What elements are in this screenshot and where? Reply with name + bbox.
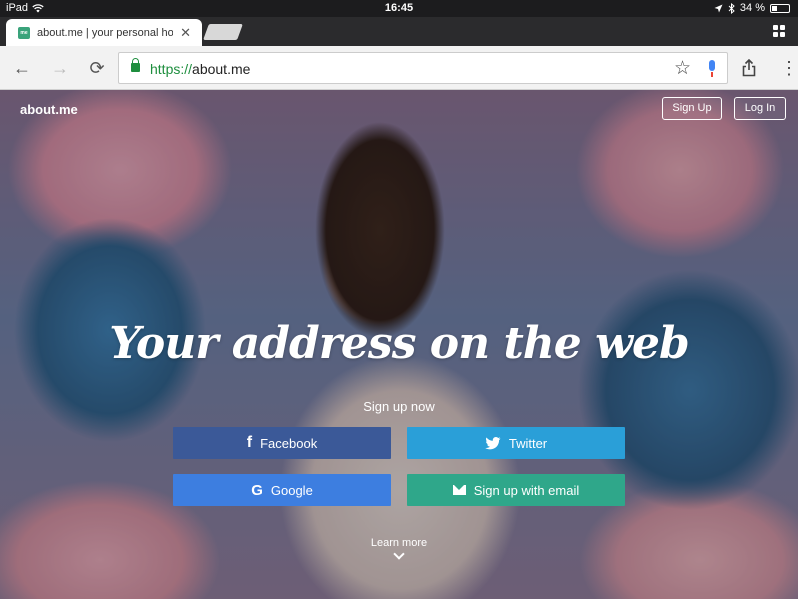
microphone-icon[interactable]: [707, 60, 717, 77]
status-right: 34 %: [714, 2, 790, 14]
share-icon[interactable]: [742, 59, 756, 77]
google-label: Google: [270, 482, 313, 498]
twitter-label: Twitter: [508, 435, 548, 451]
forward-arrow-icon[interactable]: →: [50, 58, 70, 78]
google-icon: G: [251, 481, 263, 499]
learn-more-link[interactable]: Learn more: [0, 537, 798, 549]
favicon-icon: me: [18, 26, 30, 39]
email-signup-button[interactable]: Sign up with email: [407, 474, 625, 506]
envelope-icon: [452, 485, 466, 495]
facebook-label: Facebook: [260, 435, 318, 451]
tab-title: about.me | your personal ho: [37, 26, 173, 39]
new-tab-button[interactable]: [203, 24, 243, 40]
url-scheme: https://: [150, 61, 193, 77]
url-text[interactable]: https://about.me: [150, 61, 250, 77]
facebook-signup-button[interactable]: f Facebook: [173, 427, 391, 459]
email-label: Sign up with email: [473, 482, 580, 498]
sign-up-now-label: Sign up now: [363, 399, 435, 414]
facebook-icon: f: [246, 434, 253, 451]
tab-switcher-icon[interactable]: [773, 25, 785, 37]
reload-icon[interactable]: ⟳: [87, 58, 107, 78]
browser-toolbar: ← → ⟳ https://about.me ☆ ⋮: [0, 46, 798, 90]
url-host: about.me: [192, 61, 251, 77]
more-menu-icon[interactable]: ⋮: [780, 58, 798, 78]
battery-percent: 34 %: [739, 2, 765, 14]
tab-strip: me about.me | your personal ho ✕: [0, 17, 798, 46]
about-me-logo[interactable]: about.me: [20, 102, 78, 117]
tab-about-me[interactable]: me about.me | your personal ho ✕: [6, 19, 202, 46]
clock: 16:45: [384, 2, 414, 14]
hero-section: about.me Sign Up Log In Your address on …: [0, 90, 798, 599]
address-bar[interactable]: https://about.me ☆: [118, 52, 728, 84]
battery-icon: [770, 3, 790, 13]
sign-up-button[interactable]: Sign Up: [662, 97, 722, 120]
status-bar: iPad 16:45 34 %: [0, 0, 798, 17]
close-tab-icon[interactable]: ✕: [180, 25, 191, 41]
bookmark-star-icon[interactable]: ☆: [674, 57, 691, 80]
google-signup-button[interactable]: G Google: [173, 474, 391, 506]
log-in-button[interactable]: Log In: [734, 97, 786, 120]
battery-fill: [772, 5, 778, 11]
twitter-signup-button[interactable]: Twitter: [407, 427, 625, 459]
location-icon: [714, 4, 723, 12]
hero-headline: Your address on the web: [109, 318, 689, 369]
lock-icon: [131, 58, 140, 72]
back-arrow-icon[interactable]: ←: [12, 58, 32, 78]
bluetooth-icon: [728, 2, 735, 14]
twitter-icon: [485, 436, 501, 449]
